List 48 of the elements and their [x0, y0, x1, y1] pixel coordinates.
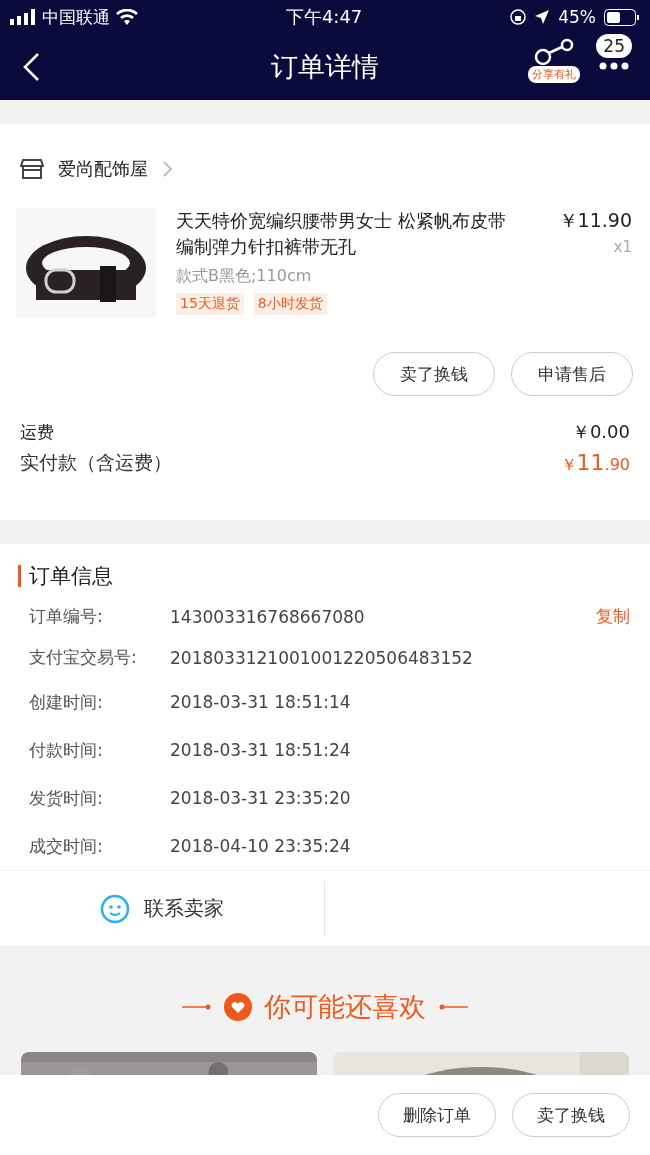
carrier-name: 中国联通 — [42, 5, 110, 29]
back-icon[interactable] — [22, 52, 40, 82]
wifi-icon — [116, 9, 138, 25]
rotation-lock-icon — [510, 9, 527, 25]
info-label: 成交时间: — [29, 834, 104, 858]
service-tag: 8小时发货 — [253, 293, 327, 315]
page-title: 订单详情 — [271, 50, 379, 84]
action-button[interactable]: 卖了换钱 — [512, 1093, 630, 1137]
action-button[interactable]: 申请售后 — [511, 352, 633, 396]
info-label: 发货时间: — [29, 786, 104, 810]
info-value: 2018-03-31 18:51:14 — [170, 692, 352, 712]
location-icon — [534, 9, 551, 25]
product-title[interactable]: 天天特价宽编织腰带男女士 松紧帆布皮带编制弹力针扣裤带无孔 — [176, 208, 512, 260]
info-value: 143003316768667080 — [170, 606, 366, 627]
product-quantity: x1 — [613, 238, 632, 256]
line-icon — [438, 1004, 468, 1010]
more-icon[interactable] — [599, 62, 630, 70]
paid-amount: ￥11.90 — [560, 450, 630, 476]
info-value: 2018-03-31 23:35:20 — [170, 788, 352, 808]
smiley-icon — [100, 893, 130, 924]
info-value: 2018-03-31 18:51:24 — [170, 740, 352, 760]
share-icon[interactable] — [534, 38, 574, 66]
copy-link[interactable]: 复制 — [596, 605, 630, 628]
recommend-title: 你可能还喜欢 — [264, 990, 426, 1024]
shipping-fee: ￥0.00 — [571, 420, 630, 444]
info-label: 支付宝交易号: — [29, 646, 138, 669]
battery-icon — [604, 8, 640, 26]
service-tag: 15天退货 — [176, 293, 244, 315]
info-label: 订单编号: — [29, 605, 104, 628]
line-icon — [182, 1004, 212, 1010]
signal-icon — [10, 9, 36, 25]
product-spec: 款式B黑色;110cm — [176, 266, 313, 287]
info-value: 2018-04-10 23:35:24 — [170, 836, 352, 856]
section-title: 订单信息 — [29, 563, 113, 590]
shop-icon — [20, 158, 44, 180]
paid-label: 实付款（含运费） — [20, 450, 172, 475]
shop-name[interactable]: 爱尚配饰屋 — [58, 157, 148, 181]
clock-time: 下午4:47 — [285, 5, 363, 29]
action-button[interactable]: 卖了换钱 — [373, 352, 495, 396]
product-price: ￥11.90 — [558, 208, 632, 233]
share-gift-label[interactable]: 分享有礼 — [528, 66, 580, 83]
shipping-label: 运费 — [20, 420, 54, 444]
battery-percent: 45% — [558, 7, 596, 27]
message-count-badge: 25 — [596, 34, 632, 58]
info-label: 创建时间: — [29, 690, 104, 714]
info-value: 2018033121001001220506483152 — [170, 647, 474, 668]
info-label: 付款时间: — [29, 738, 104, 762]
action-button[interactable]: 删除订单 — [378, 1093, 496, 1137]
